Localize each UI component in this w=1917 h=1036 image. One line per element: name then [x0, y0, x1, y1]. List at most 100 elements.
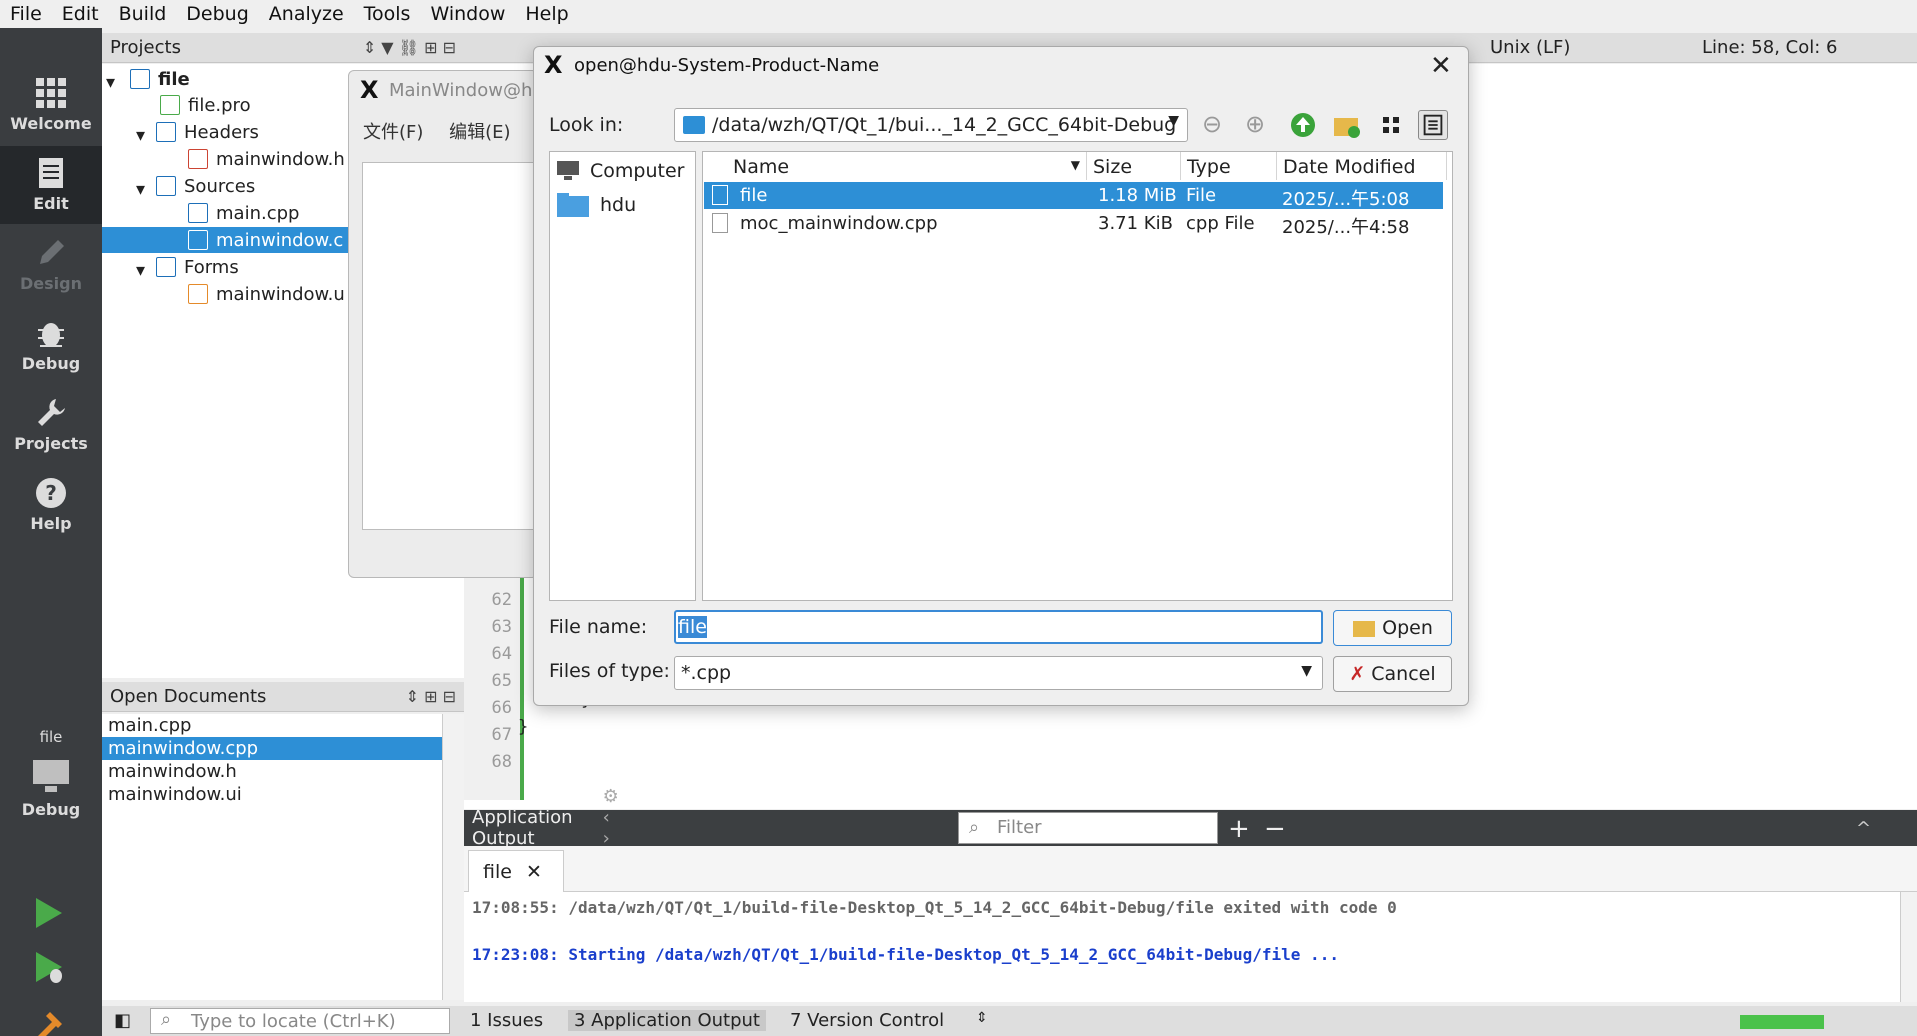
locator-input[interactable]: ⌕ Type to locate (Ctrl+K)	[150, 1008, 450, 1034]
file-type: File	[1186, 185, 1217, 206]
file-name: file	[740, 185, 768, 206]
line-ending-selector[interactable]: Unix (LF)	[1490, 37, 1570, 58]
status-tab-version-control[interactable]: 7 Version Control	[790, 1010, 944, 1031]
mode-debug[interactable]: Debug	[0, 306, 102, 384]
panel-toolbar-icons[interactable]: ⇕ ⊞ ⊟	[406, 687, 464, 706]
column-label: Date Modified	[1283, 156, 1416, 178]
panel-toolbar-icons[interactable]: ⇕ ▼ ⛓ ⊞ ⊟	[363, 38, 464, 57]
mainwindow-text-area[interactable]	[362, 162, 538, 530]
tree-item-pro[interactable]: file.pro	[160, 92, 251, 118]
file-type-value: *.cpp	[681, 662, 732, 684]
tabs-scroll-icon[interactable]: ⇕	[976, 1010, 988, 1026]
file-type-label: Files of type:	[549, 660, 670, 682]
expanded-arrow-icon[interactable]: ▾	[106, 72, 120, 93]
back-icon[interactable]: ⊖	[1202, 110, 1232, 140]
new-folder-icon[interactable]	[1332, 110, 1362, 140]
column-name[interactable]: Name ▼	[727, 152, 1087, 180]
mode-label: Edit	[33, 194, 69, 213]
debug-run-icon[interactable]	[32, 950, 66, 984]
tree-item-mainwindow-cpp[interactable]: mainwindow.c	[102, 227, 348, 253]
file-type-select[interactable]: *.cpp ▼	[674, 656, 1323, 690]
mode-help[interactable]: ? Help	[0, 466, 102, 544]
open-documents-title[interactable]: Open Documents	[102, 686, 266, 707]
add-icon[interactable]: +	[1228, 814, 1250, 844]
column-label: Size	[1093, 156, 1133, 178]
open-document-item[interactable]: mainwindow.cpp	[102, 737, 442, 760]
icon-view-icon[interactable]	[1376, 110, 1406, 140]
open-document-item[interactable]: mainwindow.h	[102, 760, 442, 783]
expanded-arrow-icon[interactable]: ▾	[136, 260, 150, 281]
tree-item-forms[interactable]: ▾ Forms	[136, 254, 239, 282]
target-selector[interactable]: Debug	[0, 758, 102, 819]
tree-item-headers[interactable]: ▾ Headers	[136, 119, 259, 147]
column-size[interactable]: Size	[1087, 152, 1181, 180]
sidebar-item-hdu[interactable]: hdu	[556, 192, 636, 218]
home-folder-icon	[557, 193, 589, 217]
file-row[interactable]: file 1.18 MiB File 2025/...午5:08	[704, 182, 1443, 210]
mode-edit[interactable]: Edit	[0, 146, 102, 224]
menu-analyze[interactable]: Analyze	[259, 3, 354, 25]
tree-item-root[interactable]: ▾ file	[106, 66, 190, 94]
open-documents-scrollbar[interactable]	[442, 714, 464, 1000]
forward-icon[interactable]: ⊕	[1245, 110, 1275, 140]
look-in-combo[interactable]: /data/wzh/QT/Qt_1/bui..._14_2_GCC_64bit-…	[674, 108, 1188, 142]
close-icon[interactable]: ✕	[1430, 51, 1452, 81]
status-tab-issues[interactable]: 1 Issues	[470, 1010, 543, 1031]
output-scrollbar[interactable]	[1900, 892, 1917, 1002]
chevron-up-icon[interactable]: ^	[1856, 818, 1871, 839]
output-tab[interactable]: file ✕	[468, 850, 564, 892]
tree-item-ui-file[interactable]: mainwindow.u	[188, 281, 345, 307]
projects-panel-title[interactable]: Projects	[102, 37, 181, 58]
mode-design[interactable]: Design	[0, 226, 102, 304]
mainwindow-menu-edit[interactable]: 编辑(E)	[449, 122, 510, 143]
output-filter-input[interactable]: ⌕ Filter	[958, 812, 1218, 844]
open-document-item[interactable]: main.cpp	[102, 714, 442, 737]
folder-icon	[683, 116, 705, 134]
parent-directory-icon[interactable]	[1288, 110, 1318, 140]
tree-item-label: file.pro	[188, 94, 251, 116]
toggle-sidebar-icon[interactable]: ◧	[114, 1010, 131, 1031]
expanded-arrow-icon[interactable]: ▾	[136, 125, 150, 146]
tree-item-sources[interactable]: ▾ Sources	[136, 173, 255, 201]
menu-window[interactable]: Window	[420, 3, 515, 25]
menu-edit[interactable]: Edit	[52, 3, 109, 25]
tree-item-main-cpp[interactable]: main.cpp	[188, 200, 299, 226]
mode-welcome[interactable]: Welcome	[0, 66, 102, 144]
column-date-modified[interactable]: Date Modified	[1277, 152, 1447, 180]
file-row[interactable]: moc_mainwindow.cpp 3.71 KiB cpp File 202…	[704, 210, 1443, 238]
sidebar-item-computer[interactable]: Computer	[556, 160, 684, 182]
file-name-input[interactable]: file	[674, 610, 1323, 644]
svg-text:?: ?	[45, 481, 57, 505]
places-sidebar: Computer hdu	[549, 151, 696, 601]
status-tab-application-output[interactable]: 3 Application Output	[568, 1010, 766, 1031]
cancel-button[interactable]: ✗ Cancel	[1333, 656, 1452, 692]
remove-icon[interactable]: −	[1264, 814, 1286, 844]
file-name-label: File name:	[549, 616, 648, 638]
build-hammer-icon[interactable]	[32, 1008, 66, 1036]
open-document-item[interactable]: mainwindow.ui	[102, 783, 442, 806]
menu-build[interactable]: Build	[109, 3, 177, 25]
document-icon	[39, 158, 63, 188]
detail-view-icon[interactable]	[1418, 110, 1448, 140]
application-output-title[interactable]: Application Output	[464, 807, 573, 849]
line-number: 63	[491, 617, 512, 637]
mode-projects[interactable]: Projects	[0, 386, 102, 464]
mainwindow-menu-file[interactable]: 文件(F)	[363, 122, 423, 143]
expanded-arrow-icon[interactable]: ▾	[136, 179, 150, 200]
folder-icon	[156, 257, 176, 277]
open-button[interactable]: Open	[1333, 610, 1452, 646]
close-tab-icon[interactable]: ✕	[526, 861, 542, 883]
tree-item-label: file	[158, 68, 190, 90]
column-type[interactable]: Type	[1181, 152, 1277, 180]
column-label: Name	[733, 156, 790, 178]
monitor-icon	[33, 760, 69, 792]
menu-debug[interactable]: Debug	[176, 3, 258, 25]
menu-tools[interactable]: Tools	[354, 3, 421, 25]
menu-help[interactable]: Help	[515, 3, 578, 25]
projects-panel-header: Projects ⇕ ▼ ⛓ ⊞ ⊟	[102, 33, 464, 63]
menu-file[interactable]: File	[0, 3, 52, 25]
tree-item-header-file[interactable]: mainwindow.h	[188, 146, 345, 172]
cancel-button-label: Cancel	[1371, 663, 1436, 685]
output-console[interactable]: 17:08:55: /data/wzh/QT/Qt_1/build-file-D…	[464, 892, 1900, 1002]
run-icon[interactable]	[32, 896, 66, 930]
